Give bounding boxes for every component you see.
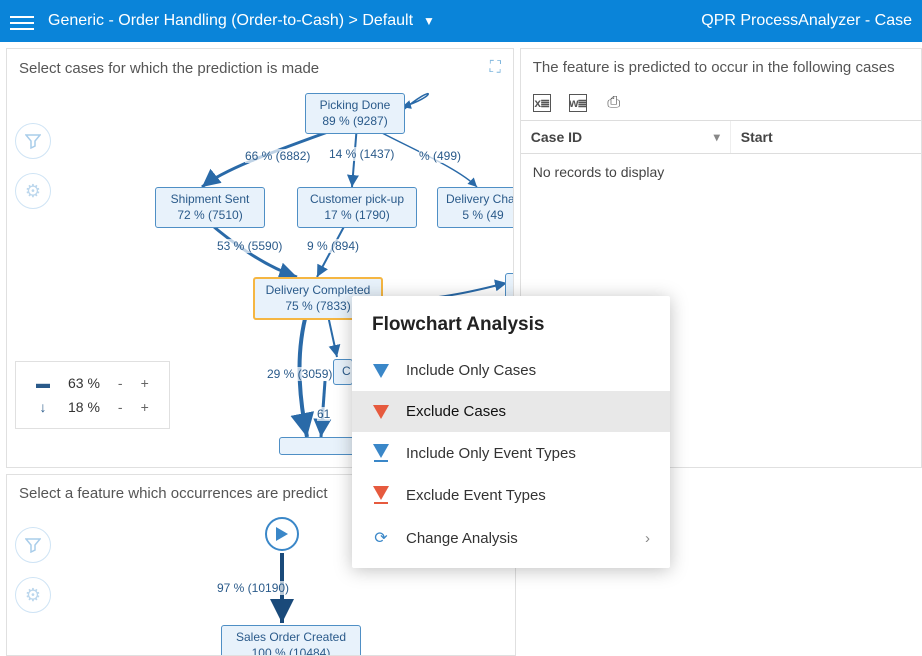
column-case-id[interactable]: Case ID ▾ [521, 121, 731, 153]
menu-label: Include Only Event Types [406, 445, 576, 462]
edge-threshold-icon: ↓ [28, 396, 58, 418]
node-sales-order-created[interactable]: Sales Order Created 100 % (10484) [221, 625, 361, 656]
node-shipment-sent[interactable]: Shipment Sent 72 % (7510) [155, 187, 265, 228]
export-pdf-icon[interactable]: ⎙ [605, 94, 623, 112]
menu-label: Change Analysis [406, 530, 518, 547]
settings-button[interactable]: ⚙ [15, 173, 51, 209]
filter-button[interactable] [15, 123, 51, 159]
funnel-bar-icon [372, 444, 390, 462]
edge-threshold-plus[interactable]: + [133, 396, 157, 418]
node-stat: 100 % (10484) [230, 646, 352, 656]
node-bottom[interactable] [279, 437, 359, 455]
top-bar: Generic - Order Handling (Order-to-Cash)… [0, 0, 922, 42]
menu-include-only-cases[interactable]: Include Only Cases [352, 350, 670, 391]
breadcrumb[interactable]: Generic - Order Handling (Order-to-Cash)… [48, 12, 435, 30]
edge-label: 9 % (894) [307, 239, 359, 253]
context-menu: Flowchart Analysis Include Only Cases Ex… [352, 296, 670, 568]
node-customer-pickup[interactable]: Customer pick-up 17 % (1790) [297, 187, 417, 228]
node-stat: 72 % (7510) [164, 208, 256, 224]
no-records-message: No records to display [521, 154, 921, 190]
grid-header: Case ID ▾ Start [521, 120, 921, 154]
refresh-icon: ⟳ [372, 528, 390, 548]
edge-label: 14 % (1437) [329, 147, 394, 161]
menu-include-only-event-types[interactable]: Include Only Event Types [352, 432, 670, 474]
edge-label: 61 [317, 407, 330, 421]
threshold-controls: ▬ 63 % - + ↓ 18 % - + [15, 361, 170, 429]
node-threshold-plus[interactable]: + [133, 372, 157, 394]
edge-label: 97 % (10190) [217, 581, 289, 595]
edge-threshold-minus[interactable]: - [110, 396, 131, 418]
node-threshold-minus[interactable]: - [110, 372, 131, 394]
menu-label: Include Only Cases [406, 362, 536, 379]
edge-label: 53 % (5590) [217, 239, 282, 253]
play-button[interactable] [265, 517, 299, 551]
node-stat: 89 % (9287) [314, 114, 396, 130]
panel-title: Select cases for which the prediction is… [19, 60, 319, 77]
context-menu-title: Flowchart Analysis [352, 296, 670, 350]
menu-exclude-event-types[interactable]: Exclude Event Types [352, 474, 670, 516]
node-stat: 17 % (1790) [306, 208, 408, 224]
node-threshold-icon: ▬ [28, 372, 58, 394]
column-label: Case ID [531, 129, 582, 145]
node-label: Picking Done [314, 98, 396, 114]
node-label: Sales Order Created [230, 630, 352, 646]
chevron-down-icon: ▼ [423, 14, 435, 28]
export-word-icon[interactable]: w≣ [569, 94, 587, 112]
edge-label: 66 % (6882) [245, 149, 310, 163]
node-pu[interactable]: Pu [505, 273, 513, 299]
hamburger-icon[interactable] [10, 12, 34, 30]
column-label: Start [741, 129, 773, 145]
menu-exclude-cases[interactable]: Exclude Cases [352, 391, 670, 432]
funnel-icon [25, 133, 41, 149]
menu-label: Exclude Cases [406, 403, 506, 420]
export-excel-icon[interactable]: x≣ [533, 94, 551, 112]
menu-change-analysis[interactable]: ⟳ Change Analysis › [352, 516, 670, 560]
play-icon [276, 527, 288, 541]
funnel-icon [372, 405, 390, 419]
funnel-bar-icon [372, 486, 390, 504]
node-label: C [342, 364, 344, 380]
export-toolbar: x≣ w≣ ⎙ [521, 86, 921, 120]
gear-icon: ⚙ [25, 181, 41, 202]
node-delivery-change[interactable]: Delivery Chang 5 % (49 [437, 187, 513, 228]
panel-title: The feature is predicted to occur in the… [533, 59, 895, 76]
node-label: Customer pick-up [306, 192, 408, 208]
app-title: QPR ProcessAnalyzer - Case [701, 12, 912, 30]
node-label: Delivery Chang [446, 192, 513, 208]
expand-icon[interactable]: ⛶ [490, 59, 501, 77]
node-label: Shipment Sent [164, 192, 256, 208]
node-stat: 5 % (49 [446, 208, 513, 224]
node-picking-done[interactable]: Picking Done 89 % (9287) [305, 93, 405, 134]
breadcrumb-text: Generic - Order Handling (Order-to-Cash)… [48, 12, 413, 30]
node-threshold-value: 63 % [60, 372, 108, 394]
node-c[interactable]: C [333, 359, 353, 385]
chevron-right-icon: › [645, 530, 650, 547]
filter-icon[interactable]: ▾ [714, 130, 720, 144]
edge-threshold-value: 18 % [60, 396, 108, 418]
menu-label: Exclude Event Types [406, 487, 546, 504]
edge-label: 29 % (3059) [267, 367, 332, 381]
funnel-icon [372, 364, 390, 378]
edge-label: % (499) [419, 149, 461, 163]
column-start[interactable]: Start [731, 121, 921, 153]
